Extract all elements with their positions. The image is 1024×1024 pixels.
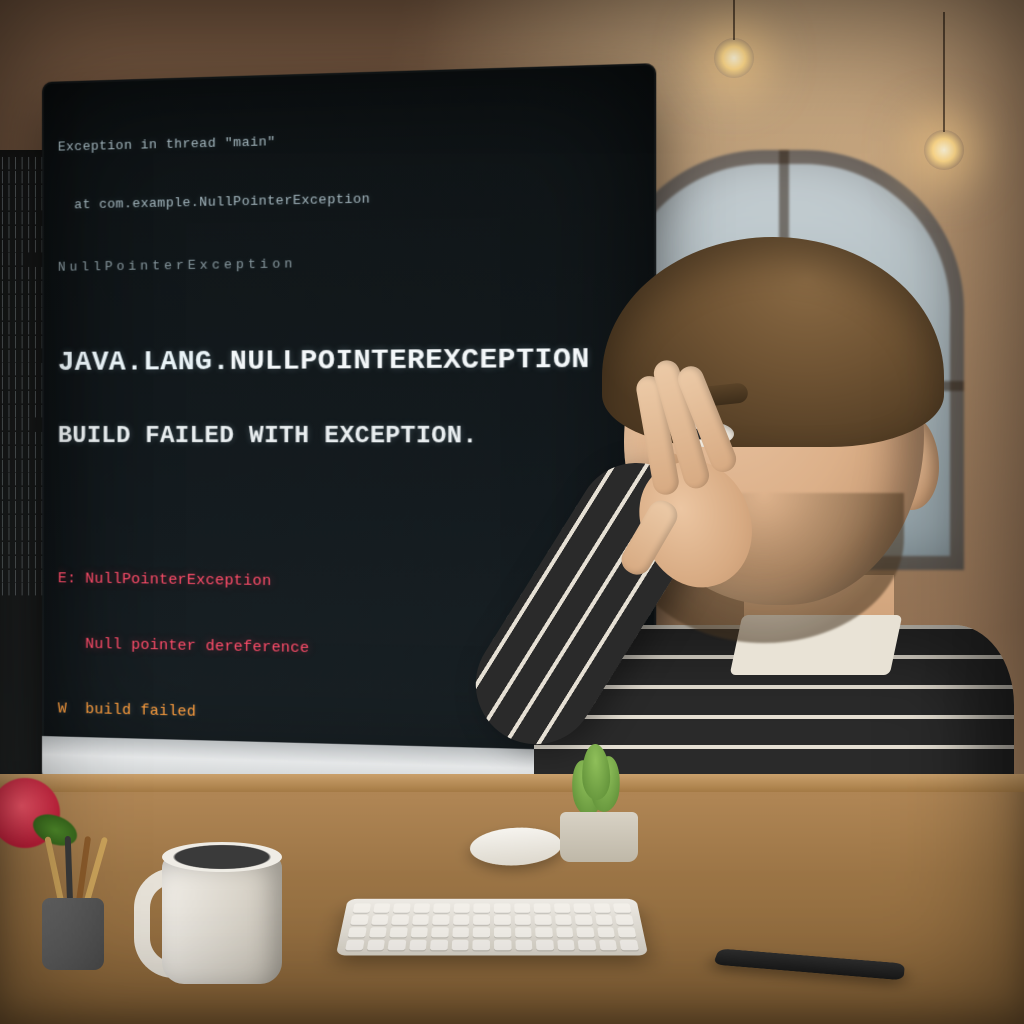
keyboard — [336, 899, 649, 956]
error-line: E: NullPointerException — [58, 570, 272, 590]
trace-header: at com.example.NullPointerException — [58, 184, 639, 214]
scene: ││││││││││││││││││││││││││││││││││││││││… — [0, 0, 1024, 1024]
coffee-mug — [144, 834, 294, 984]
warn-line: W build failed — [58, 701, 196, 721]
trace-header: Exception in thread "main" — [58, 123, 639, 156]
pencil-cup — [36, 852, 114, 970]
succulent-plant — [538, 742, 658, 862]
light-bulb-icon — [714, 38, 754, 78]
error-package: JAVA.LANG. — [58, 347, 230, 379]
error-line: Null pointer dereference — [58, 635, 310, 657]
light-bulb-icon — [924, 130, 964, 170]
